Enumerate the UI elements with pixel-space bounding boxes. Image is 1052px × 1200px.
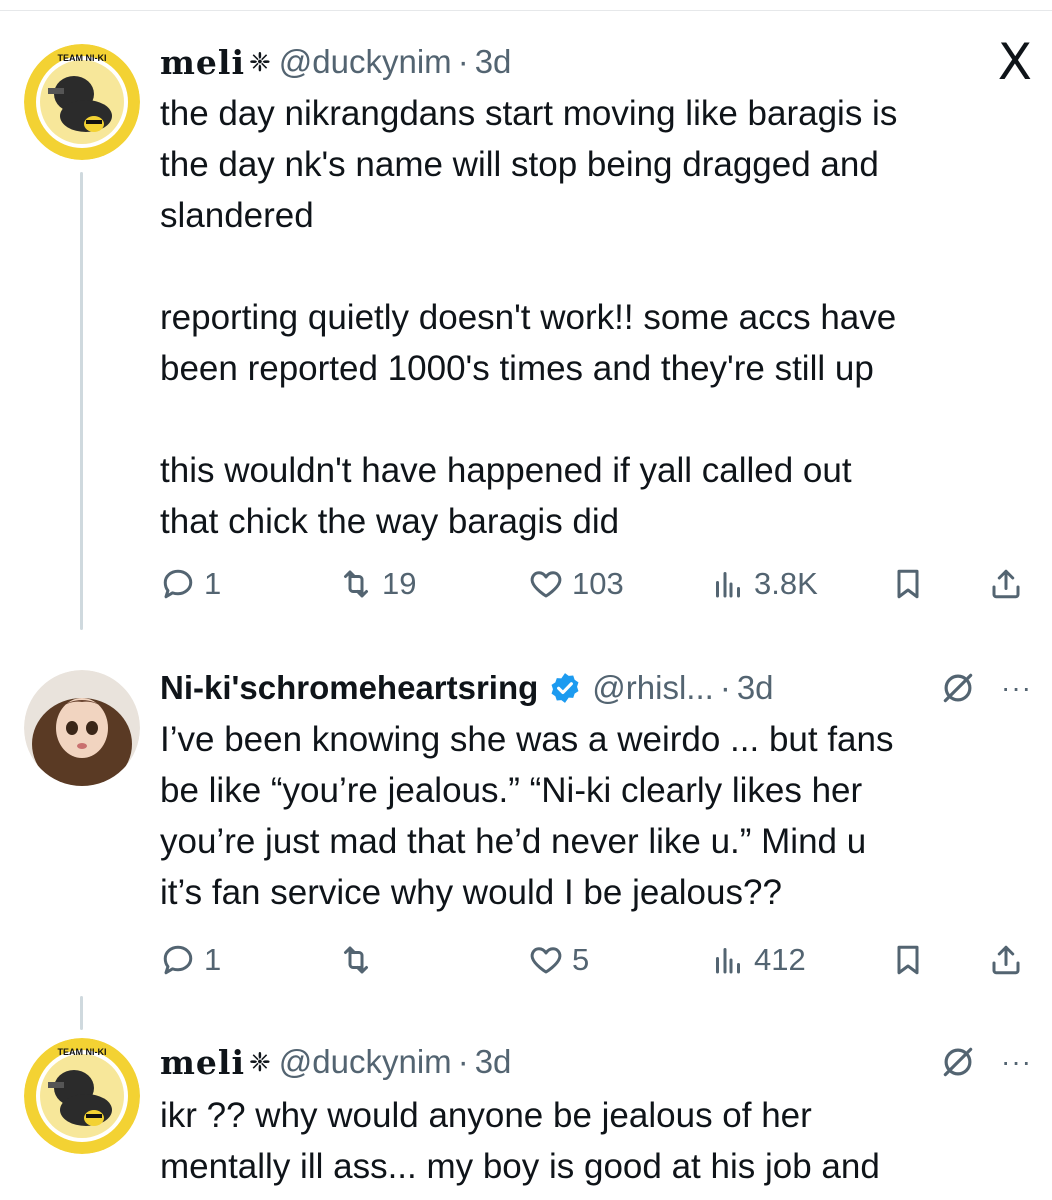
timestamp[interactable]: 3d	[737, 669, 774, 707]
avatar-meli[interactable]: TEAM NI-KI	[24, 1038, 140, 1154]
reply-icon	[163, 945, 193, 975]
action-bar: 1 19 103 3.8K	[160, 562, 1028, 606]
grok-icon[interactable]	[939, 1043, 977, 1081]
doll-avatar-icon	[24, 670, 140, 786]
retweet-icon	[344, 946, 368, 974]
duck-avatar-icon: TEAM NI-KI	[24, 44, 140, 160]
timestamp[interactable]: 3d	[475, 43, 512, 81]
duck-avatar-icon: TEAM NI-KI	[24, 1038, 140, 1154]
like-button[interactable]: 5	[528, 938, 589, 982]
avatar-meli[interactable]: TEAM NI-KI	[24, 44, 140, 160]
name-emoji: ❈	[249, 1046, 271, 1077]
header-right: ···	[939, 669, 1032, 707]
heart-icon	[530, 571, 562, 598]
tweet-header: meli ❈ @duckynim · 3d X	[160, 37, 1032, 87]
reply-count: 1	[204, 566, 222, 601]
views-icon	[716, 948, 740, 974]
views-icon	[716, 572, 740, 598]
share-icon	[992, 569, 1020, 599]
thread-connector	[80, 996, 83, 1030]
action-bar: 1 5 412	[160, 938, 1028, 982]
grok-icon[interactable]	[939, 669, 977, 707]
timestamp[interactable]: 3d	[475, 1043, 512, 1081]
like-button[interactable]: 103	[528, 562, 624, 606]
handle[interactable]: @rhisl...	[592, 669, 714, 707]
verified-badge-icon	[551, 673, 579, 703]
reply-count: 1	[204, 942, 222, 977]
bookmark-icon	[897, 945, 919, 975]
more-options-icon[interactable]: ···	[1001, 1046, 1032, 1078]
separator-dot: ·	[719, 669, 731, 706]
views-count: 412	[754, 942, 806, 977]
views-button[interactable]: 3.8K	[710, 562, 818, 606]
retweet-count: 19	[382, 566, 417, 601]
reply-button[interactable]: 1	[160, 938, 221, 982]
handle[interactable]: @duckynim	[279, 1043, 452, 1081]
x-logo-icon: X	[997, 33, 1032, 91]
like-count: 5	[572, 942, 590, 977]
separator-dot: ·	[457, 1043, 469, 1080]
retweet-button[interactable]	[338, 938, 374, 982]
tweet-header: Ni-ki'schromeheartsring @rhisl... · 3d ·…	[160, 666, 1032, 710]
share-button[interactable]	[988, 562, 1024, 606]
name-emoji: ❈	[249, 46, 271, 77]
share-icon	[992, 945, 1020, 975]
header-right: X	[998, 37, 1032, 87]
reply-icon	[163, 569, 193, 599]
bookmark-button[interactable]	[890, 562, 926, 606]
separator-dot: ·	[457, 43, 469, 80]
avatar-niki-fan[interactable]	[24, 670, 140, 786]
thread-connector	[80, 172, 83, 630]
handle[interactable]: @duckynim	[279, 43, 452, 81]
bookmark-icon	[897, 569, 919, 599]
tweet-header: meli ❈ @duckynim · 3d ···	[160, 1040, 1032, 1084]
more-options-icon[interactable]: ···	[1001, 672, 1032, 704]
avatar-caption: TEAM NI-KI	[58, 1047, 107, 1057]
header-right: ···	[939, 1043, 1032, 1081]
avatar-caption: TEAM NI-KI	[58, 53, 107, 63]
tweet-text: the day nikrangdans start moving like ba…	[160, 94, 898, 541]
share-button[interactable]	[988, 938, 1024, 982]
tweet-text: ikr ?? why would anyone be jealous of he…	[160, 1096, 880, 1186]
reply-button[interactable]: 1	[160, 562, 221, 606]
views-count: 3.8K	[754, 566, 818, 601]
retweet-icon	[344, 570, 368, 598]
display-name[interactable]: meli	[160, 43, 245, 82]
display-name[interactable]: Ni-ki'schromeheartsring	[160, 669, 538, 707]
tweet-text: I’ve been knowing she was a weirdo ... b…	[160, 720, 894, 912]
display-name[interactable]: meli	[160, 1043, 245, 1082]
like-count: 103	[572, 566, 624, 601]
views-button[interactable]: 412	[710, 938, 806, 982]
bookmark-button[interactable]	[890, 938, 926, 982]
heart-icon	[530, 947, 562, 974]
retweet-button[interactable]: 19	[338, 562, 416, 606]
top-divider	[0, 10, 1052, 11]
